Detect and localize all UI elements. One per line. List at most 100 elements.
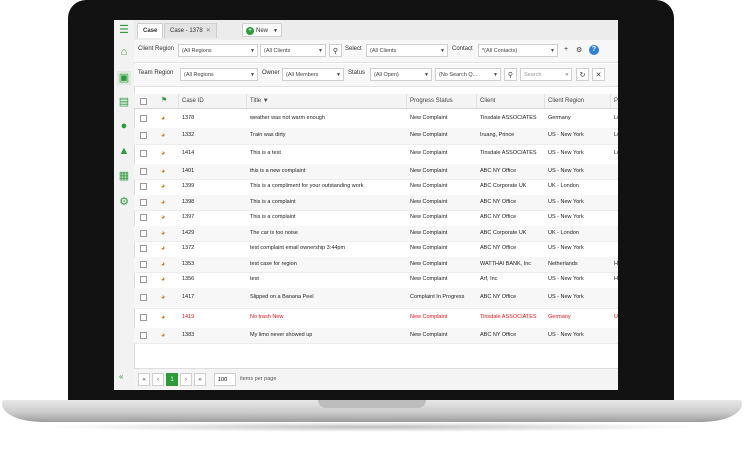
col-progress-status[interactable]: Progress Status xyxy=(406,94,476,108)
status-select[interactable]: (All Open) ▼ xyxy=(370,68,432,81)
table-row[interactable]: ◕ 1397 This is a complaint New Complaint ABC… xyxy=(134,210,618,227)
tab-case-1378[interactable]: Case - 1378 ✕ xyxy=(164,23,217,38)
row-checkbox[interactable] xyxy=(140,314,147,321)
cell-case-id[interactable]: 1429 xyxy=(182,230,242,237)
cell-case-id[interactable]: 1414 xyxy=(182,150,242,157)
row-checkbox[interactable] xyxy=(140,331,147,339)
clear-icon[interactable]: ✕ xyxy=(565,69,569,80)
row-checkbox[interactable] xyxy=(140,114,147,122)
document-icon[interactable]: ▤ xyxy=(117,95,131,109)
col-title[interactable]: Title ▼ xyxy=(246,94,406,108)
table-row[interactable]: ◕ 1383 My limo never showed up New Complain… xyxy=(134,327,618,344)
cell-case-id[interactable]: 1372 xyxy=(182,245,242,252)
cell-title[interactable]: This is a complaint xyxy=(250,214,404,221)
select-clients[interactable]: (All Clients ▼ xyxy=(366,44,448,57)
cell-title[interactable]: Slipped on a Banana Peel xyxy=(250,294,404,301)
owner-select[interactable]: (All Members ▼ xyxy=(282,68,344,81)
cell-title[interactable]: This is a test xyxy=(250,150,404,157)
home-icon[interactable]: ⌂ xyxy=(117,45,131,59)
table-row[interactable]: ◕ 1356 test New Complaint Arf, Inc US - New Y… xyxy=(134,272,618,289)
cell-title[interactable]: This is a compliment for your outstandin… xyxy=(250,183,404,190)
cell-title[interactable]: test case for region xyxy=(250,261,404,268)
cell-case-id[interactable]: 1383 xyxy=(182,332,242,339)
cell-title[interactable]: My limo never showed up xyxy=(250,332,404,339)
select-all-checkbox[interactable] xyxy=(140,98,147,105)
gear-icon[interactable]: ⚙ xyxy=(576,46,582,54)
first-page-button[interactable]: « xyxy=(138,373,150,386)
table-row[interactable]: ◕ 1372 test complaint email ownership 3:44… xyxy=(134,241,618,258)
col-case-id[interactable]: Case ID xyxy=(178,94,246,108)
cell-case-id[interactable]: 1332 xyxy=(182,132,242,139)
search-input[interactable]: Search ✕ xyxy=(520,68,572,81)
cell-case-id[interactable]: 1399 xyxy=(182,183,242,190)
prev-page-button[interactable]: ‹ xyxy=(152,373,164,386)
col-priority[interactable]: Priority xyxy=(610,94,618,108)
case-type-icon: ◕ xyxy=(161,198,166,206)
row-checkbox[interactable] xyxy=(140,167,147,175)
cell-title[interactable]: weather was not warm enough xyxy=(250,115,404,122)
collapse-sidebar-icon[interactable]: « xyxy=(119,372,123,381)
row-checkbox[interactable] xyxy=(140,229,147,237)
table-row[interactable]: ◕ 1399 This is a compliment for your outst… xyxy=(134,179,618,196)
new-button[interactable]: + New ▼ xyxy=(242,23,282,37)
close-icon[interactable]: ✕ xyxy=(206,28,211,34)
gear-icon[interactable]: ⚙ xyxy=(117,195,131,209)
row-checkbox[interactable] xyxy=(140,245,147,253)
clipboard-icon[interactable]: ▣ xyxy=(117,71,131,85)
table-row[interactable]: ◕ 1353 test case for region New Complaint WA… xyxy=(134,256,618,273)
client-search-button[interactable]: ⚲ xyxy=(329,44,342,57)
col-client-region[interactable]: Client Region xyxy=(544,94,610,108)
table-row[interactable]: ◕ 1398 This is a complaint New Complaint ABC… xyxy=(134,194,618,211)
cell-case-id[interactable]: 1417 xyxy=(182,294,242,301)
cell-title[interactable]: Train was dirty xyxy=(250,132,404,139)
client-region-select[interactable]: (All Regions ▼ xyxy=(178,44,258,57)
menu-icon[interactable]: ☰ xyxy=(117,23,131,37)
table-row[interactable]: ◕ 1414 This is a test New Complaint Tinsdale… xyxy=(134,144,618,165)
last-page-button[interactable]: » xyxy=(194,373,206,386)
cell-title[interactable]: The car is too noise xyxy=(250,230,404,237)
next-page-button[interactable]: › xyxy=(180,373,192,386)
table-row[interactable]: ◕ 1332 Train was dirty New Complaint Iruang,… xyxy=(134,128,618,145)
row-checkbox[interactable] xyxy=(140,214,147,222)
current-page[interactable]: 1 xyxy=(166,373,178,386)
cell-title[interactable]: This is a complaint xyxy=(250,199,404,206)
refresh-button[interactable]: ↻ xyxy=(576,68,589,81)
table-row[interactable]: ◕ 1429 The car is too noise New Complaint AB… xyxy=(134,225,618,242)
search-button[interactable]: ⚲ xyxy=(504,68,517,81)
cell-title[interactable]: test complaint email ownership 3:44pm xyxy=(250,245,404,252)
row-checkbox[interactable] xyxy=(140,150,147,157)
row-checkbox[interactable] xyxy=(140,132,147,140)
table-row[interactable]: ◕ 1417 Slipped on a Banana Peel Complaint I… xyxy=(134,287,618,309)
reset-button[interactable]: ✕ xyxy=(592,68,605,81)
cell-case-id[interactable]: 1401 xyxy=(182,168,242,175)
cell-case-id[interactable]: 1378 xyxy=(182,115,242,122)
cell-case-id[interactable]: 1353 xyxy=(182,261,242,268)
row-checkbox[interactable] xyxy=(140,260,147,268)
cell-title[interactable]: this is a new complaint xyxy=(250,168,404,175)
book-icon[interactable]: ▦ xyxy=(117,169,131,183)
cell-title[interactable]: No trash New xyxy=(250,314,404,321)
cell-case-id[interactable]: 1398 xyxy=(182,199,242,206)
table-row[interactable]: ◕ 1378 weather was not warm enough New Comp… xyxy=(134,108,618,129)
cell-case-id[interactable]: 1356 xyxy=(182,276,242,283)
chart-icon[interactable]: ▲ xyxy=(117,144,131,158)
saved-search-select[interactable]: (No Search Q... ▼ xyxy=(435,68,501,81)
row-checkbox[interactable] xyxy=(140,198,147,206)
row-checkbox[interactable] xyxy=(140,183,147,191)
row-checkbox[interactable] xyxy=(140,276,147,284)
person-icon[interactable]: ● xyxy=(117,119,131,133)
client-select[interactable]: (All Clients ▼ xyxy=(260,44,326,57)
contact-select[interactable]: *(All Contacts) ▼ xyxy=(478,44,558,57)
col-client[interactable]: Client xyxy=(476,94,544,108)
help-icon[interactable]: ? xyxy=(589,45,599,55)
row-checkbox[interactable] xyxy=(140,294,147,301)
team-region-select[interactable]: (All Regions ▼ xyxy=(180,68,258,81)
table-row[interactable]: ◕ 1419 No trash New New Complaint Tinsdale A… xyxy=(134,308,618,329)
cell-case-id[interactable]: 1419 xyxy=(182,314,242,321)
per-page-select[interactable]: 100 xyxy=(214,373,236,386)
add-icon[interactable]: + xyxy=(564,46,568,53)
tab-case[interactable]: Case xyxy=(137,23,164,38)
table-row[interactable]: ◕ 1401 this is a new complaint New Complain… xyxy=(134,163,618,180)
cell-title[interactable]: test xyxy=(250,276,404,283)
cell-case-id[interactable]: 1397 xyxy=(182,214,242,221)
